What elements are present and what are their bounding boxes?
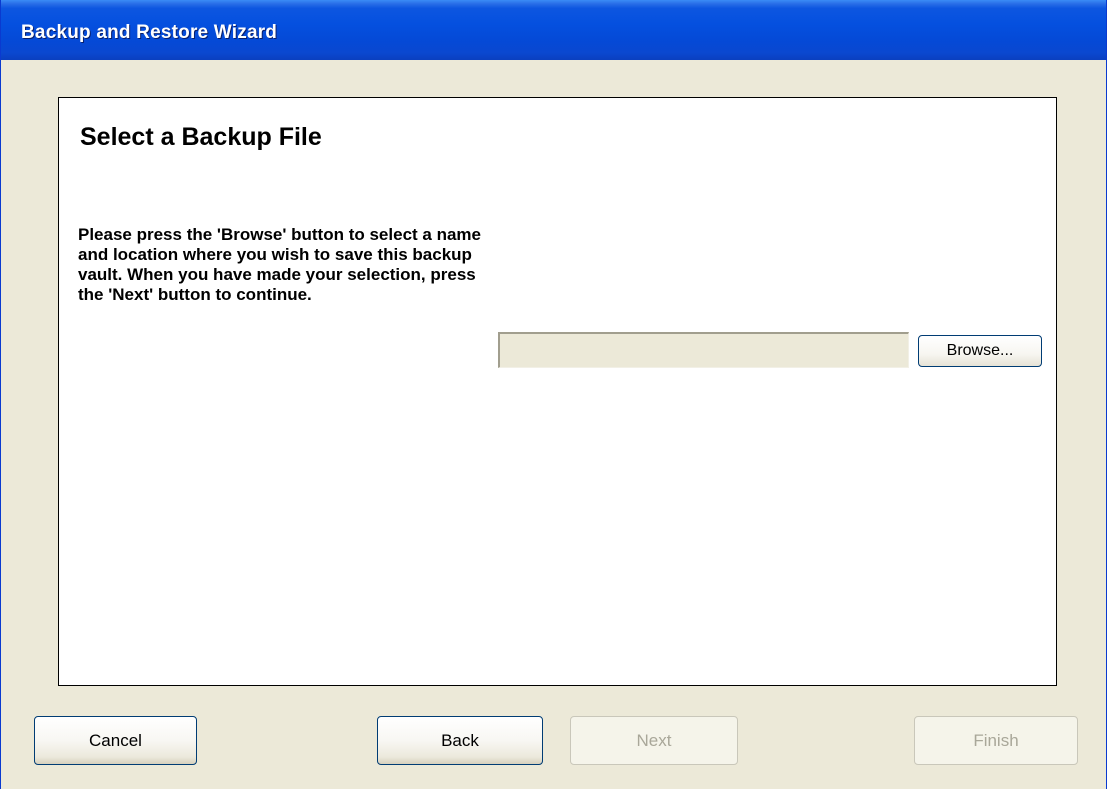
wizard-window: Backup and Restore Wizard Select a Backu… <box>0 0 1107 789</box>
wizard-page-panel: Select a Backup File Please press the 'B… <box>58 97 1057 686</box>
backup-file-path-field[interactable] <box>498 332 909 368</box>
page-title: Select a Backup File <box>80 123 322 151</box>
next-button[interactable]: Next <box>570 716 738 765</box>
browse-button[interactable]: Browse... <box>918 335 1042 367</box>
finish-button[interactable]: Finish <box>914 716 1078 765</box>
title-bar[interactable]: Backup and Restore Wizard <box>1 0 1106 60</box>
instructions-text: Please press the 'Browse' button to sele… <box>78 225 481 304</box>
window-title: Backup and Restore Wizard <box>21 22 278 43</box>
cancel-button[interactable]: Cancel <box>34 716 197 765</box>
back-button[interactable]: Back <box>377 716 543 765</box>
